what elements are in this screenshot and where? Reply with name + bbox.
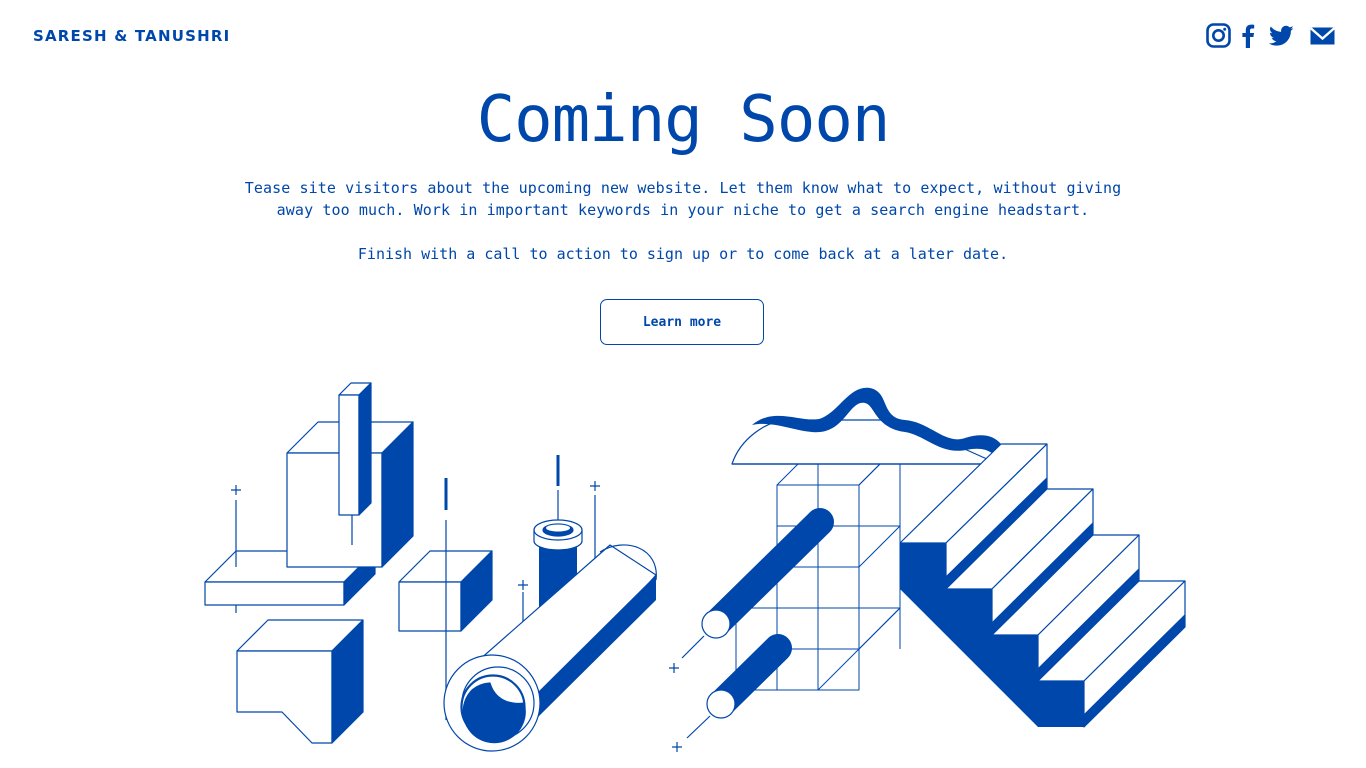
geometric-illustration [204,382,1186,752]
description-text: Tease site visitors about the upcoming n… [244,179,1122,219]
learn-more-button[interactable]: Learn more [600,299,764,345]
brand-logo[interactable]: SARESH & TANUSHRI [33,27,230,45]
facebook-link[interactable] [1241,23,1255,49]
call-to-action-text: Finish with a call to action to sign up … [357,245,1009,263]
rod-upper-shape [681,508,834,659]
email-link[interactable] [1310,26,1335,46]
twitter-link[interactable] [1269,25,1294,47]
l-block-shape [236,619,364,744]
social-links [1206,22,1335,49]
pillar-shape [338,382,372,516]
rod-lower-shape [686,634,792,739]
page-title: Coming Soon [476,83,891,157]
mail-icon [1310,26,1335,44]
twitter-icon [1269,25,1294,46]
ribbon-shape [731,387,1008,465]
instagram-link[interactable] [1206,22,1231,49]
instagram-icon [1206,23,1231,48]
facebook-icon [1242,24,1255,48]
staircase-shape [899,443,1186,728]
